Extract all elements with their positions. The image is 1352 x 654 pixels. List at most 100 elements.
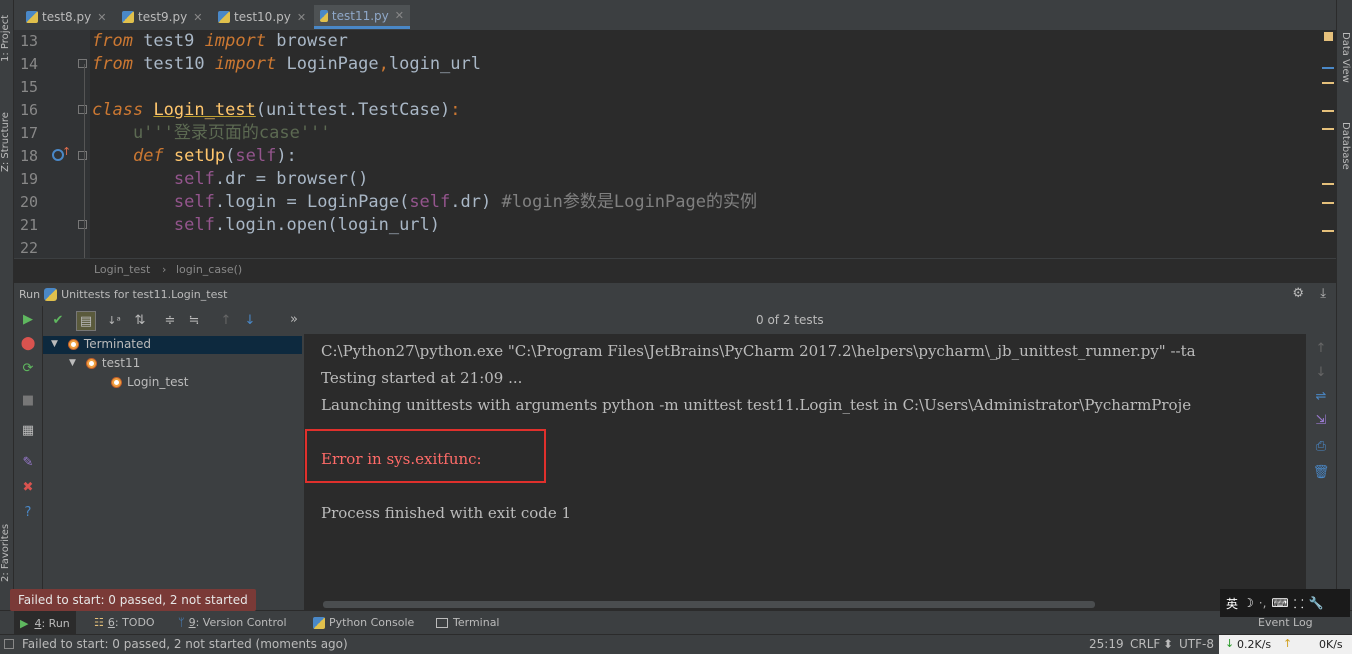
collapse-all-icon[interactable]: ≒ xyxy=(186,312,202,328)
status-message[interactable]: Failed to start: 0 passed, 2 not started… xyxy=(22,637,348,651)
close-icon[interactable]: ✕ xyxy=(193,11,202,24)
tool-button-label: : TODO xyxy=(114,616,155,629)
toggle-autotest-icon[interactable]: ⟳ xyxy=(20,360,36,376)
close-icon[interactable]: ✕ xyxy=(97,11,106,24)
line-number: 22 xyxy=(20,239,39,257)
code-editor[interactable]: 13 14 15 16 17 18 19 20 21 22 ↑ from tes… xyxy=(14,30,1336,258)
tab-test8[interactable]: test8.py ✕ xyxy=(20,5,116,29)
event-log-tool-button[interactable]: Event Log xyxy=(1258,616,1313,629)
punctuation-icon[interactable]: ·, xyxy=(1259,596,1267,610)
check-icon[interactable]: ✔ xyxy=(50,312,66,328)
todo-tool-button[interactable]: ☷ 6: TODO xyxy=(94,616,155,629)
version-control-icon: ᛘ xyxy=(178,616,185,629)
trash-icon[interactable]: 🗑 xyxy=(1313,464,1330,480)
previous-failed-icon[interactable]: ↑ xyxy=(218,312,234,328)
close-icon[interactable]: ✖ xyxy=(20,479,36,495)
show-ignored-icon[interactable]: ▤ xyxy=(76,311,96,331)
run-tool-button[interactable]: ▶ 4: Run xyxy=(14,611,76,635)
run-icon: ▶ xyxy=(20,616,29,630)
project-tool-button[interactable]: 1: Project xyxy=(0,15,11,62)
help-icon[interactable]: ? xyxy=(20,504,36,520)
fold-marker-icon[interactable] xyxy=(78,105,87,114)
tree-node-class[interactable]: Login_test xyxy=(111,375,188,389)
scroll-marker[interactable] xyxy=(1322,67,1334,69)
rerun-failed-icon[interactable]: ⬤ xyxy=(20,335,36,351)
tool-windows-icon[interactable] xyxy=(4,639,14,649)
close-icon[interactable]: ✕ xyxy=(395,9,404,22)
next-failed-icon[interactable]: ↓ xyxy=(242,312,258,328)
soft-wrap-icon[interactable]: ⇌ xyxy=(1313,388,1329,404)
fold-marker-icon[interactable] xyxy=(78,59,87,68)
tab-label: test10.py xyxy=(234,10,291,24)
sort-alpha-icon[interactable]: ↓ᵃ xyxy=(106,312,122,328)
terminal-tool-button[interactable]: Terminal xyxy=(436,616,500,629)
expand-all-icon[interactable]: ≑ xyxy=(162,312,178,328)
console-error-line: Error in sys.exitfunc: xyxy=(321,450,482,468)
close-icon[interactable]: ✕ xyxy=(297,11,306,24)
tab-test10[interactable]: test10.py ✕ xyxy=(212,5,314,29)
more-icon[interactable]: » xyxy=(286,311,302,327)
keyboard-icon[interactable]: ⌨ xyxy=(1271,596,1288,610)
favorites-tool-button[interactable]: 2: Favorites xyxy=(0,524,11,582)
scroll-marker[interactable] xyxy=(1322,183,1334,185)
fold-marker-icon[interactable] xyxy=(78,220,87,229)
data-view-tool-button[interactable]: Data View xyxy=(1340,32,1351,83)
left-tool-strip: 1: Project Z: Structure 2: Favorites xyxy=(0,0,14,610)
structure-tool-button[interactable]: Z: Structure xyxy=(0,112,11,172)
version-control-tool-button[interactable]: ᛘ 9: Version Control xyxy=(178,616,287,629)
file-encoding[interactable]: UTF-8 xyxy=(1179,637,1214,651)
sort-duration-icon[interactable]: ⇅ xyxy=(132,312,148,328)
export-icon[interactable]: ▦ xyxy=(20,422,36,438)
tree-node-root[interactable]: ▼ Terminated xyxy=(51,337,151,351)
caret-position[interactable]: 25:19 xyxy=(1089,637,1124,651)
warning-stripe-icon[interactable] xyxy=(1324,32,1333,41)
scroll-marker[interactable] xyxy=(1322,110,1334,112)
scroll-marker[interactable] xyxy=(1322,82,1334,84)
database-tool-button[interactable]: Database xyxy=(1340,122,1351,170)
line-number: 15 xyxy=(20,78,39,96)
scroll-to-end-icon[interactable]: ⇲ xyxy=(1313,412,1329,428)
gear-icon[interactable]: ⚙ xyxy=(1292,286,1304,301)
code-line-18: def setUp(self): xyxy=(132,146,297,166)
breadcrumb-method[interactable]: login_case() xyxy=(176,263,242,276)
half-width-icon[interactable]: ⸬ xyxy=(1294,595,1304,612)
stop-icon[interactable]: ■ xyxy=(20,392,36,408)
code-line-17: u'''登录页面的case''' xyxy=(92,123,331,143)
ime-language[interactable]: 英 xyxy=(1226,595,1238,612)
tab-label: test11.py xyxy=(331,8,389,23)
network-speed-widget: ↓ 0.2K/s ↑ 0K/s xyxy=(1219,635,1352,654)
terminal-icon xyxy=(436,617,448,628)
run-config-name: Unittests for test11.Login_test xyxy=(61,287,228,301)
run-panel-header: Run Unittests for test11.Login_test ⚙ ⤓ xyxy=(14,283,1336,305)
tool-window-bar: ▶ 4: Run ☷ 6: TODO ᛘ 9: Version Control … xyxy=(0,610,1352,635)
breadcrumb-class[interactable]: Login_test xyxy=(94,263,150,276)
download-arrow-icon: ↓ xyxy=(1225,637,1235,650)
tree-node-module[interactable]: ▼ test11 xyxy=(69,356,140,370)
moon-icon[interactable]: ☽ xyxy=(1243,596,1254,610)
tab-test9[interactable]: test9.py ✕ xyxy=(116,5,212,29)
console-output[interactable]: C:\Python27\python.exe "C:\Program Files… xyxy=(304,334,1307,610)
pin-icon[interactable]: ✎ xyxy=(20,454,36,470)
scroll-marker[interactable] xyxy=(1322,202,1334,204)
hide-panel-icon[interactable]: ⤓ xyxy=(1320,286,1326,301)
down-arrow-icon[interactable]: ↓ xyxy=(1313,364,1329,380)
fold-marker-icon[interactable] xyxy=(78,151,87,160)
python-console-tool-button[interactable]: Python Console xyxy=(313,616,414,629)
scroll-marker[interactable] xyxy=(1322,128,1334,130)
wrench-icon[interactable]: 🔧 xyxy=(1309,596,1324,610)
shortcut-key: 4 xyxy=(34,616,42,630)
horizontal-scrollbar[interactable] xyxy=(323,601,1095,608)
expand-arrow-icon[interactable]: ▼ xyxy=(69,358,76,368)
rerun-icon[interactable]: ▶ xyxy=(20,311,36,327)
up-arrow-icon[interactable]: ↑ xyxy=(1313,340,1329,356)
print-icon[interactable]: ⎙ xyxy=(1313,438,1329,454)
scroll-marker[interactable] xyxy=(1322,230,1334,232)
expand-arrow-icon[interactable]: ▼ xyxy=(51,339,58,349)
code-line-20: self.login = LoginPage(self.dr) #login参数… xyxy=(173,192,757,212)
tab-test11[interactable]: test11.py ✕ xyxy=(314,5,410,29)
line-separator[interactable]: CRLF xyxy=(1130,637,1160,651)
line-number: 16 xyxy=(20,101,39,119)
run-toolbar: ✔ ▤ ↓ᵃ ⇅ ≑ ≒ ↑ ↓ » 0 of 2 tests xyxy=(14,306,1336,334)
python-file-icon xyxy=(320,9,328,22)
python-file-icon xyxy=(26,11,38,23)
